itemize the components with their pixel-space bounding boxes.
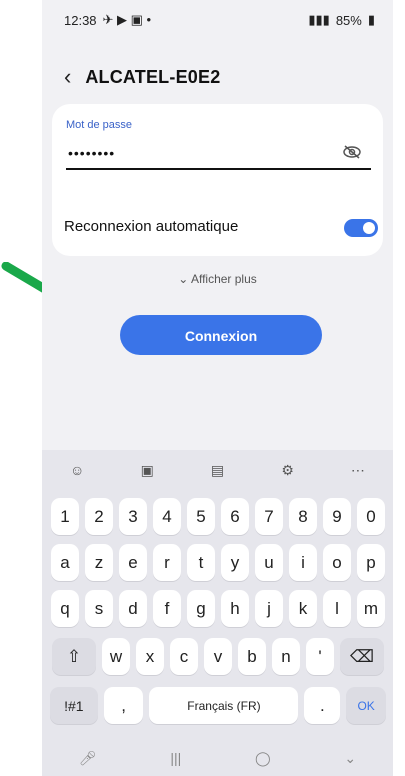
key-0[interactable]: 0 — [357, 498, 385, 535]
key-d[interactable]: d — [119, 590, 147, 627]
key-apostrophe[interactable]: ' — [306, 638, 334, 675]
key-e[interactable]: e — [119, 544, 147, 581]
sticker-icon[interactable]: ▣ — [133, 456, 161, 484]
symbols-key[interactable]: !#1 — [50, 687, 98, 724]
key-z[interactable]: z — [85, 544, 113, 581]
key-j[interactable]: j — [255, 590, 283, 627]
key-6[interactable]: 6 — [221, 498, 249, 535]
letter-row-1: azertyuiop — [50, 544, 386, 581]
status-bar: 12:38 ✈ ▶ ▣ • ▮▮▮ 85% ▮ — [42, 0, 393, 40]
header: ‹ ALCATEL-E0E2 — [64, 66, 220, 88]
number-row: 1234567890 — [50, 498, 386, 535]
key-1[interactable]: 1 — [51, 498, 79, 535]
password-label: Mot de passe — [66, 119, 133, 131]
key-5[interactable]: 5 — [187, 498, 215, 535]
shift-key-icon[interactable]: ⇧ — [52, 638, 96, 675]
key-n[interactable]: n — [272, 638, 300, 675]
key-v[interactable]: v — [204, 638, 232, 675]
password-underline — [66, 168, 371, 170]
key-y[interactable]: y — [221, 544, 249, 581]
ok-key[interactable]: OK — [346, 687, 386, 724]
keyboard-toolbar: ☺ ▣ ▤ ⚙ ⋯ — [42, 450, 393, 490]
comma-key[interactable]: , — [103, 687, 144, 724]
keyboard: ☺ ▣ ▤ ⚙ ⋯ 1234567890 azertyuiop qsdfghjk… — [42, 450, 393, 776]
show-more-link[interactable]: ⌄ Afficher plus — [42, 272, 393, 286]
key-q[interactable]: q — [51, 590, 79, 627]
key-x[interactable]: x — [136, 638, 164, 675]
recent-apps-icon[interactable]: ||| — [170, 750, 181, 766]
key-i[interactable]: i — [289, 544, 317, 581]
letter-row-3: ⇧ w x c v b n ' ⌫ — [50, 638, 386, 675]
key-3[interactable]: 3 — [119, 498, 147, 535]
key-w[interactable]: w — [102, 638, 130, 675]
page-title: ALCATEL-E0E2 — [85, 66, 221, 87]
key-u[interactable]: u — [255, 544, 283, 581]
backspace-key-icon[interactable]: ⌫ — [340, 638, 384, 675]
space-key[interactable]: Français (FR) — [149, 687, 299, 724]
emoji-icon[interactable]: ☺ — [63, 456, 91, 484]
home-icon[interactable]: ◯ — [255, 750, 271, 767]
keyboard-hide-icon[interactable]: ⌄ — [344, 750, 356, 767]
key-8[interactable]: 8 — [289, 498, 317, 535]
settings-gear-icon[interactable]: ⚙ — [274, 456, 302, 484]
auto-reconnect-label: Reconnexion automatique — [64, 218, 239, 235]
key-9[interactable]: 9 — [323, 498, 351, 535]
key-l[interactable]: l — [323, 590, 351, 627]
key-f[interactable]: f — [153, 590, 181, 627]
phone-screen: 12:38 ✈ ▶ ▣ • ▮▮▮ 85% ▮ ‹ ALCATEL-E0E2 M… — [42, 0, 393, 776]
time-text: 12:38 — [64, 12, 97, 28]
back-icon[interactable]: ‹ — [64, 66, 71, 88]
key-k[interactable]: k — [289, 590, 317, 627]
connect-button[interactable]: Connexion — [120, 315, 322, 355]
eye-off-icon[interactable] — [342, 144, 362, 160]
letter-row-3-keys: w x c v b n ' — [102, 638, 334, 675]
clipboard-icon[interactable]: ▤ — [203, 456, 231, 484]
password-field[interactable] — [66, 140, 374, 166]
letter-row-2: qsdfghjklm — [50, 590, 386, 627]
key-2[interactable]: 2 — [85, 498, 113, 535]
key-m[interactable]: m — [357, 590, 385, 627]
navigation-bar: 🎤︎ ||| ◯ ⌄ — [42, 740, 393, 776]
battery-text: 85% — [335, 12, 362, 28]
key-p[interactable]: p — [357, 544, 385, 581]
signal-icon: ▮▮▮ — [308, 12, 330, 27]
key-h[interactable]: h — [221, 590, 249, 627]
battery-icon: ▮ — [367, 12, 375, 27]
key-c[interactable]: c — [170, 638, 198, 675]
toggle-knob — [363, 222, 375, 234]
key-4[interactable]: 4 — [153, 498, 181, 535]
microphone-icon[interactable]: 🎤︎ — [79, 750, 97, 767]
key-a[interactable]: a — [51, 544, 79, 581]
key-7[interactable]: 7 — [255, 498, 283, 535]
key-g[interactable]: g — [187, 590, 215, 627]
auto-reconnect-toggle[interactable] — [344, 219, 378, 237]
bottom-row: !#1 , Français (FR) . OK — [50, 687, 386, 724]
key-o[interactable]: o — [323, 544, 351, 581]
key-r[interactable]: r — [153, 544, 181, 581]
notification-icons: ✈ ▶ ▣ • — [102, 12, 152, 27]
key-s[interactable]: s — [85, 590, 113, 627]
key-b[interactable]: b — [238, 638, 266, 675]
key-t[interactable]: t — [187, 544, 215, 581]
period-key[interactable]: . — [304, 687, 341, 724]
more-options-icon[interactable]: ⋯ — [344, 456, 372, 484]
